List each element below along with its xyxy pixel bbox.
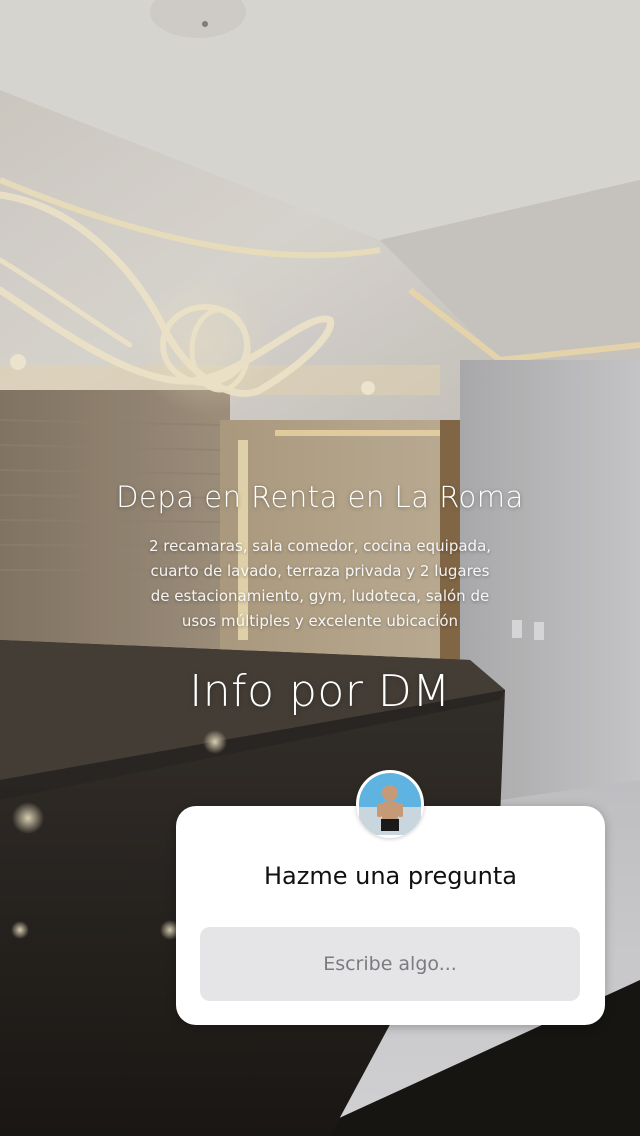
story-cta-text: Info por DM: [189, 666, 451, 717]
question-sticker-title: Hazme una pregunta: [264, 862, 517, 890]
question-input[interactable]: [200, 927, 580, 1001]
story-headline: Depa en Renta en La Roma: [116, 480, 524, 514]
profile-avatar: [356, 770, 424, 838]
question-sticker-title-row: Hazme una pregunta: [0, 862, 640, 890]
story-description: 2 recamaras, sala comedor, cocina equipa…: [148, 537, 492, 630]
story-viewer[interactable]: Depa en Renta en La Roma 2 recamaras, sa…: [0, 0, 640, 1136]
